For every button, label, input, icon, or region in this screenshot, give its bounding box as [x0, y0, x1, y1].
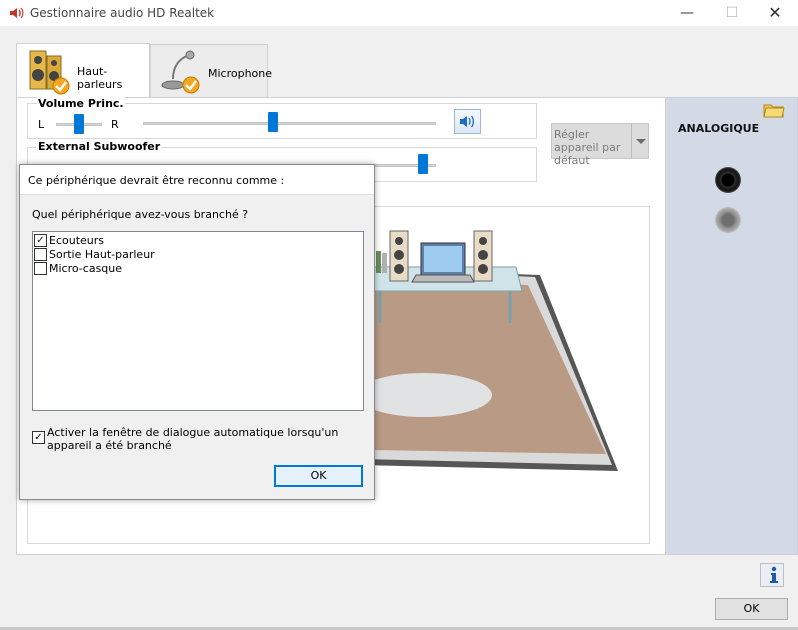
device-checkbox[interactable]: [34, 248, 47, 261]
dialog-question: Quel périphérique avez-vous branché ?: [32, 208, 249, 221]
ok-button[interactable]: OK: [715, 598, 788, 620]
tab-speakers-label: Haut-parleurs: [77, 65, 123, 91]
device-label: Micro-casque: [49, 262, 123, 275]
subwoofer-title: External Subwoofer: [37, 140, 162, 153]
analog-title: ANALOGIQUE: [678, 122, 760, 135]
device-list: ✓ Ecouteurs Sortie Haut-parleur Micro-ca…: [32, 231, 364, 411]
device-dialog: Ce périphérique devrait être reconnu com…: [19, 164, 375, 500]
info-button[interactable]: [760, 563, 784, 587]
tab-speakers[interactable]: Haut-parleurs: [16, 43, 150, 99]
microphone-icon: [159, 49, 205, 98]
list-item[interactable]: ✓ Ecouteurs: [34, 234, 234, 248]
jack-gray[interactable]: [715, 207, 741, 233]
tab-microphone-label: Microphone: [208, 67, 273, 80]
subwoofer-slider[interactable]: [417, 154, 428, 174]
set-default-device-label: Régler appareil par défaut: [554, 128, 621, 167]
minimize-button[interactable]: —: [672, 3, 702, 23]
dialog-title: Ce périphérique devrait être reconnu com…: [28, 174, 285, 187]
analog-panel: [666, 97, 798, 555]
auto-popup-label: Activer la fenêtre de dialogue automatiq…: [47, 426, 339, 452]
mute-button[interactable]: [454, 109, 481, 134]
tab-microphone[interactable]: Microphone: [150, 44, 272, 98]
speaker-pair-icon: [25, 48, 73, 99]
device-checkbox[interactable]: [34, 262, 47, 275]
speaker-volume-icon: [459, 113, 477, 133]
volume-title: Volume Princ.: [37, 97, 125, 110]
window-title: Gestionnaire audio HD Realtek: [30, 6, 215, 20]
dialog-title-bar: Ce périphérique devrait être reconnu com…: [20, 165, 374, 195]
maximize-button[interactable]: ☐: [717, 3, 747, 23]
speaker-icon: [8, 5, 24, 21]
device-label: Sortie Haut-parleur: [49, 248, 155, 261]
auto-popup-checkbox[interactable]: ✓: [32, 431, 45, 444]
balance-right-label: R: [111, 118, 119, 131]
balance-slider[interactable]: [74, 114, 84, 134]
device-label: Ecouteurs: [49, 234, 105, 247]
close-button[interactable]: ✕: [760, 3, 790, 23]
title-bar: Gestionnaire audio HD Realtek — ☐ ✕: [0, 0, 798, 26]
volume-track: [143, 122, 436, 125]
list-item[interactable]: Sortie Haut-parleur: [34, 248, 234, 262]
jack-black[interactable]: [715, 167, 741, 193]
device-checkbox[interactable]: ✓: [34, 234, 47, 247]
folder-icon[interactable]: [763, 100, 785, 121]
volume-slider[interactable]: [267, 112, 278, 132]
list-item[interactable]: Micro-casque: [34, 262, 234, 276]
dialog-ok-button[interactable]: OK: [274, 465, 363, 487]
balance-left-label: L: [38, 118, 45, 131]
chevron-down-icon[interactable]: [631, 124, 649, 158]
info-icon: [767, 566, 779, 587]
set-default-device-button[interactable]: Régler appareil par défaut: [551, 123, 649, 167]
